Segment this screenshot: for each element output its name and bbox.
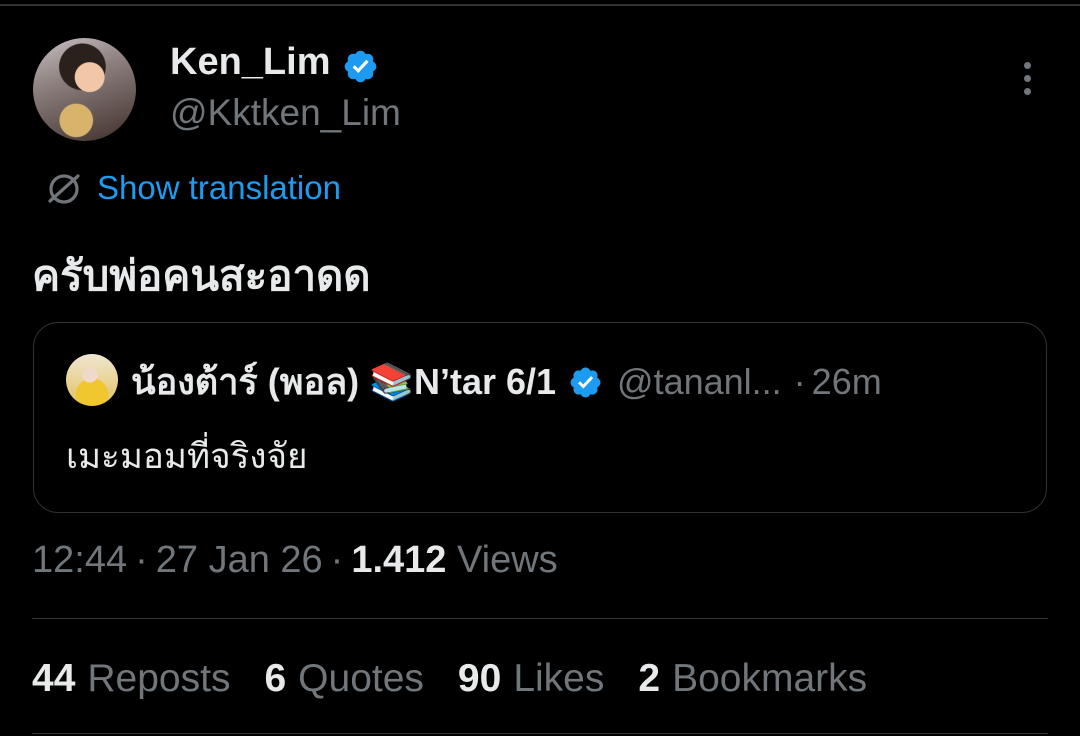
- quoted-separator: ·: [793, 361, 806, 402]
- quoted-tweet-header: น้องต้าร์ (พอล) 📚N’tar 6/1 @tananl... · …: [131, 359, 882, 405]
- meta-separator: ·: [330, 539, 344, 581]
- quoted-author-avatar[interactable]: [66, 354, 118, 406]
- tweet-date[interactable]: 27 Jan 26: [156, 539, 323, 581]
- likes-stat[interactable]: 90 Likes: [458, 659, 604, 698]
- verified-badge-icon: [570, 367, 601, 397]
- translate-icon[interactable]: [42, 167, 86, 211]
- meta-separator: ·: [135, 539, 148, 581]
- tweet-time[interactable]: 12:44: [32, 539, 127, 581]
- top-divider: [0, 4, 1080, 6]
- quoted-timestamp[interactable]: 26m: [812, 361, 882, 403]
- views-label: Views: [456, 539, 558, 581]
- stats-bottom-divider: [32, 733, 1048, 734]
- engagement-stats: 44 Reposts 6 Quotes 90 Likes 2 Bookmarks: [32, 659, 867, 698]
- quoted-tweet-card[interactable]: น้องต้าร์ (พอล) 📚N’tar 6/1 @tananl... · …: [33, 322, 1047, 513]
- quoted-tweet-text: เมะมอมที่จริงจัย: [66, 437, 308, 476]
- views-count: 1.412: [351, 539, 447, 581]
- bookmarks-stat[interactable]: 2 Bookmarks: [638, 659, 867, 698]
- quoted-author-handle[interactable]: @tananl...: [617, 364, 782, 400]
- more-options-icon[interactable]: [1016, 62, 1038, 98]
- author-handle[interactable]: @Kktken_Lim: [170, 94, 401, 131]
- tweet-meta: 12:44 · 27 Jan 26 · 1.412 Views: [32, 541, 558, 579]
- quotes-stat[interactable]: 6 Quotes: [264, 659, 423, 698]
- stats-top-divider: [32, 618, 1048, 619]
- tweet-text: ครับพ่อคนสะอาดด: [32, 252, 371, 299]
- author-display-name[interactable]: Ken_Lim: [170, 43, 330, 81]
- show-translation-link[interactable]: Show translation: [97, 171, 341, 204]
- quoted-author-display-name[interactable]: น้องต้าร์ (พอล) 📚N’tar 6/1: [131, 364, 556, 400]
- author-avatar[interactable]: [33, 38, 136, 141]
- reposts-stat[interactable]: 44 Reposts: [32, 659, 230, 698]
- verified-badge-icon: [344, 50, 377, 83]
